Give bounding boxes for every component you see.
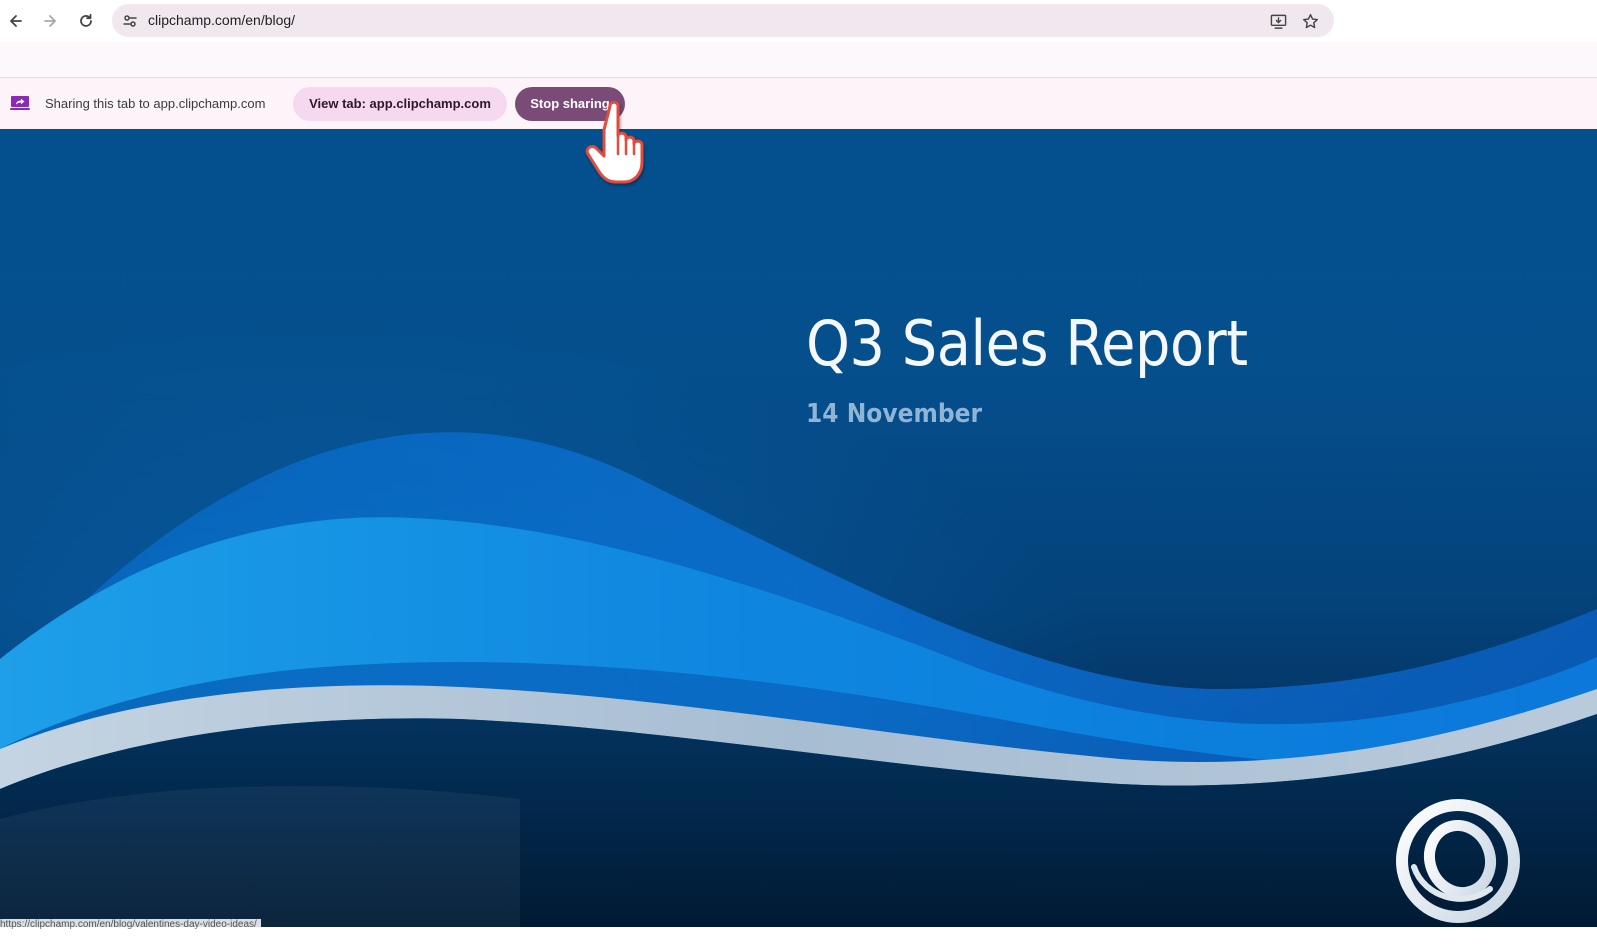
slide-title: Q3 Sales Report [806, 307, 1248, 380]
forward-button[interactable] [35, 6, 65, 36]
wave-background [0, 129, 1597, 927]
presentation-slide: Q3 Sales Report 14 November [0, 129, 1597, 927]
star-icon [1302, 13, 1318, 28]
ring-logo-icon [1396, 799, 1520, 923]
site-info-button[interactable] [118, 9, 142, 33]
toolbar-divider-area [0, 42, 1597, 77]
hover-url-bubble: https://clipchamp.com/en/blog/valentines… [0, 919, 261, 931]
address-bar[interactable]: clipchamp.com/en/blog/ [112, 4, 1334, 37]
sharing-message: Sharing this tab to app.clipchamp.com [45, 96, 266, 111]
url-text[interactable]: clipchamp.com/en/blog/ [148, 4, 295, 37]
browser-window: clipchamp.com/en/blog/ Sharing this tab … [0, 0, 1597, 947]
browser-toolbar: clipchamp.com/en/blog/ [0, 0, 1597, 42]
view-tab-button[interactable]: View tab: app.clipchamp.com [293, 87, 507, 121]
screen-share-icon [10, 96, 30, 110]
status-bar: https://clipchamp.com/en/blog/valentines… [0, 919, 1597, 947]
tab-sharing-infobar: Sharing this tab to app.clipchamp.com Vi… [0, 77, 1597, 129]
bookmark-button[interactable] [1298, 9, 1322, 33]
install-app-button[interactable] [1266, 9, 1290, 33]
tune-icon [123, 15, 137, 27]
stop-sharing-button[interactable]: Stop sharing [515, 87, 625, 121]
reload-icon [80, 13, 92, 27]
back-button[interactable] [1, 6, 31, 36]
arrow-right-icon [44, 15, 56, 27]
install-app-icon [1270, 14, 1286, 29]
slide-subtitle: 14 November [806, 399, 983, 429]
reload-button[interactable] [71, 6, 101, 36]
arrow-left-icon [10, 15, 22, 27]
